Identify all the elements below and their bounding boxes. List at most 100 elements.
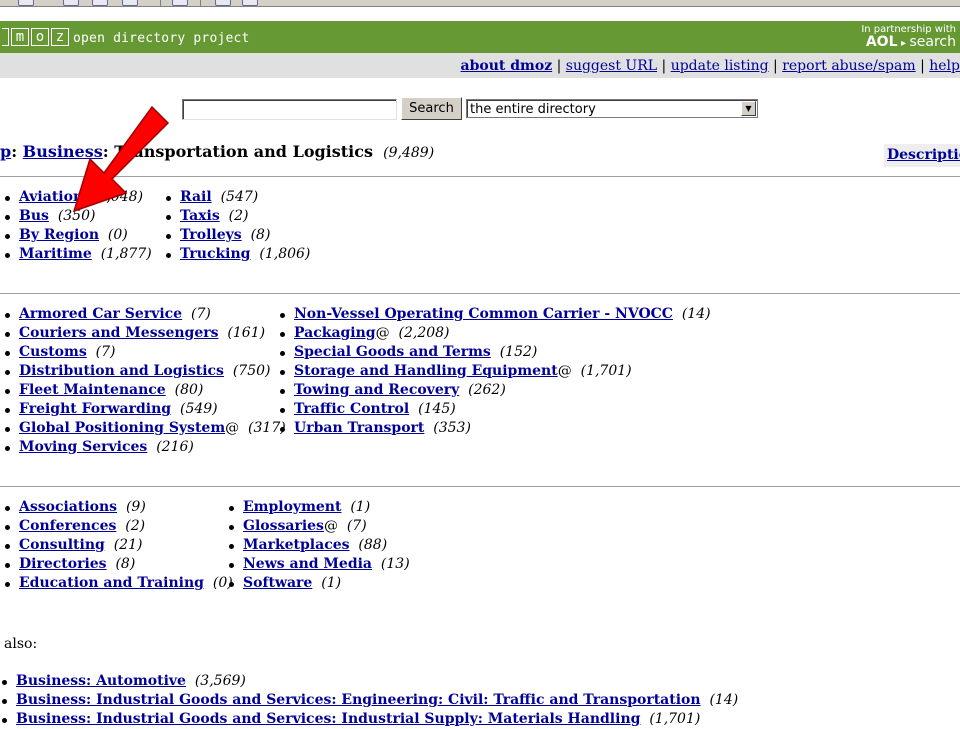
category-link[interactable]: By Region xyxy=(19,227,99,243)
category-count: (216) xyxy=(156,439,194,455)
category-link[interactable]: Education and Training xyxy=(19,575,204,591)
update-listing-link[interactable]: update listing xyxy=(671,58,769,74)
category-link[interactable]: Marketplaces xyxy=(243,537,350,553)
toolbar-button-icon[interactable] xyxy=(18,0,34,6)
category-link[interactable]: Traffic Control xyxy=(294,401,409,417)
aol-triangle-icon: ▸ xyxy=(897,38,910,49)
search-button[interactable]: Search xyxy=(401,97,462,120)
dmoz-logo[interactable]: m o z xyxy=(2,28,69,46)
toolbar-button-icon[interactable] xyxy=(215,0,231,6)
category-link[interactable]: Trucking xyxy=(180,246,250,262)
category-count: (13) xyxy=(380,556,410,572)
about-dmoz-link[interactable]: about dmoz xyxy=(461,58,553,74)
category-link[interactable]: Customs xyxy=(19,344,87,360)
see-also-link[interactable]: Business: Industrial Goods and Services:… xyxy=(16,692,701,708)
category-link[interactable]: Distribution and Logistics xyxy=(19,363,224,379)
category-link[interactable]: Conferences xyxy=(19,518,116,534)
category-link[interactable]: Non-Vessel Operating Common Carrier - NV… xyxy=(294,306,673,322)
category-link[interactable]: Consulting xyxy=(19,537,105,553)
category-link[interactable]: News and Media xyxy=(243,556,372,572)
category-link[interactable]: Armored Car Service xyxy=(19,306,182,322)
category-count: (1) xyxy=(350,499,371,515)
report-abuse-link[interactable]: report abuse/spam xyxy=(782,58,915,74)
category-link[interactable]: Rail xyxy=(180,189,212,205)
list-item: Storage and Handling Equipment@ (1,701) xyxy=(275,362,711,381)
category-list: Rail (547) Taxis (2) Trolleys (8) Trucki… xyxy=(161,188,310,264)
category-link[interactable]: Freight Forwarding xyxy=(19,401,171,417)
category-link[interactable]: Couriers and Messengers xyxy=(19,325,219,341)
category-link[interactable]: Maritime xyxy=(19,246,92,262)
list-item: Special Goods and Terms (152) xyxy=(275,343,711,362)
category-link[interactable]: Fleet Maintenance xyxy=(19,382,166,398)
toolbar-button-icon[interactable] xyxy=(242,0,258,6)
category-count: (21) xyxy=(113,537,143,553)
suggest-url-link[interactable]: suggest URL xyxy=(566,58,657,74)
toolbar-button-icon[interactable] xyxy=(92,0,108,6)
description-link[interactable]: Description xyxy=(887,147,960,163)
category-link[interactable]: Bus xyxy=(19,208,49,224)
list-item: Education and Training (0) xyxy=(0,574,233,593)
separator: | xyxy=(915,58,930,74)
category-link[interactable]: Associations xyxy=(19,499,117,515)
category-link[interactable]: Employment xyxy=(243,499,341,515)
list-item: Fleet Maintenance (80) xyxy=(0,381,286,400)
category-count: (3,569) xyxy=(194,673,246,689)
category-link[interactable]: Storage and Handling Equipment xyxy=(294,363,558,379)
category-link[interactable]: Urban Transport xyxy=(294,420,424,436)
see-also-link[interactable]: Business: Automotive xyxy=(16,673,186,689)
category-count: (1,701) xyxy=(649,711,701,727)
category-link[interactable]: Special Goods and Terms xyxy=(294,344,491,360)
see-also-link[interactable]: Business: Industrial Goods and Services:… xyxy=(16,711,640,727)
category-count: (750) xyxy=(232,363,271,379)
logo-letter xyxy=(2,28,9,46)
list-item: Business: Industrial Goods and Services:… xyxy=(0,691,738,710)
category-link[interactable]: Packaging xyxy=(294,325,376,341)
chevron-down-icon[interactable]: ▼ xyxy=(741,101,756,116)
category-link[interactable]: Global Positioning System xyxy=(19,420,225,436)
search-scope-select[interactable]: the entire directory ▼ xyxy=(466,99,758,118)
category-count: (88) xyxy=(358,537,388,553)
list-item: Freight Forwarding (549) xyxy=(0,400,286,419)
category-count: (161) xyxy=(227,325,266,341)
category-count: (7) xyxy=(190,306,211,322)
list-item: Maritime (1,877) xyxy=(0,245,152,264)
category-link[interactable]: Directories xyxy=(19,556,107,572)
list-item: Armored Car Service (7) xyxy=(0,305,286,324)
category-count: (152) xyxy=(499,344,538,360)
separator: | xyxy=(552,58,566,74)
category-link[interactable]: Moving Services xyxy=(19,439,147,455)
alias-marker: @ xyxy=(225,420,240,436)
help-link[interactable]: help xyxy=(929,58,960,74)
list-item: Consulting (21) xyxy=(0,536,233,555)
category-link[interactable]: Glossaries xyxy=(243,518,324,534)
list-item: Glossaries@ (7) xyxy=(224,517,410,536)
breadcrumb-separator: : xyxy=(11,142,23,161)
list-item: Packaging@ (2,208) xyxy=(275,324,711,343)
toolbar-button-icon[interactable] xyxy=(63,0,79,6)
toolbar-button-icon[interactable] xyxy=(122,0,138,6)
list-item: Directories (8) xyxy=(0,555,233,574)
divider xyxy=(0,293,960,294)
category-count: (2,208) xyxy=(398,325,450,341)
logo-letter: o xyxy=(31,28,49,46)
search-input[interactable] xyxy=(182,99,397,120)
toolbar-button-icon[interactable] xyxy=(172,0,188,6)
list-item: Global Positioning System@ (317) xyxy=(0,419,286,438)
header-tagline: open directory project xyxy=(73,31,250,46)
category-link[interactable]: Software xyxy=(243,575,312,591)
category-link[interactable]: Towing and Recovery xyxy=(294,382,459,398)
list-item: News and Media (13) xyxy=(224,555,410,574)
breadcrumb-top-link[interactable]: p xyxy=(0,142,11,161)
aol-search-logo[interactable]: AOL ▸ search xyxy=(866,34,956,50)
category-link[interactable]: Trolleys xyxy=(180,227,242,243)
category-count: (262) xyxy=(468,382,506,398)
list-item: Towing and Recovery (262) xyxy=(275,381,711,400)
list-item: Trucking (1,806) xyxy=(161,245,310,264)
list-item: Rail (547) xyxy=(161,188,310,207)
category-list: Associations (9) Conferences (2) Consult… xyxy=(0,498,233,593)
search-scope-value: the entire directory xyxy=(470,102,596,117)
category-count: (1,877) xyxy=(100,246,152,262)
list-item: By Region (0) xyxy=(0,226,152,245)
category-link[interactable]: Taxis xyxy=(180,208,220,224)
list-item: Trolleys (8) xyxy=(161,226,310,245)
